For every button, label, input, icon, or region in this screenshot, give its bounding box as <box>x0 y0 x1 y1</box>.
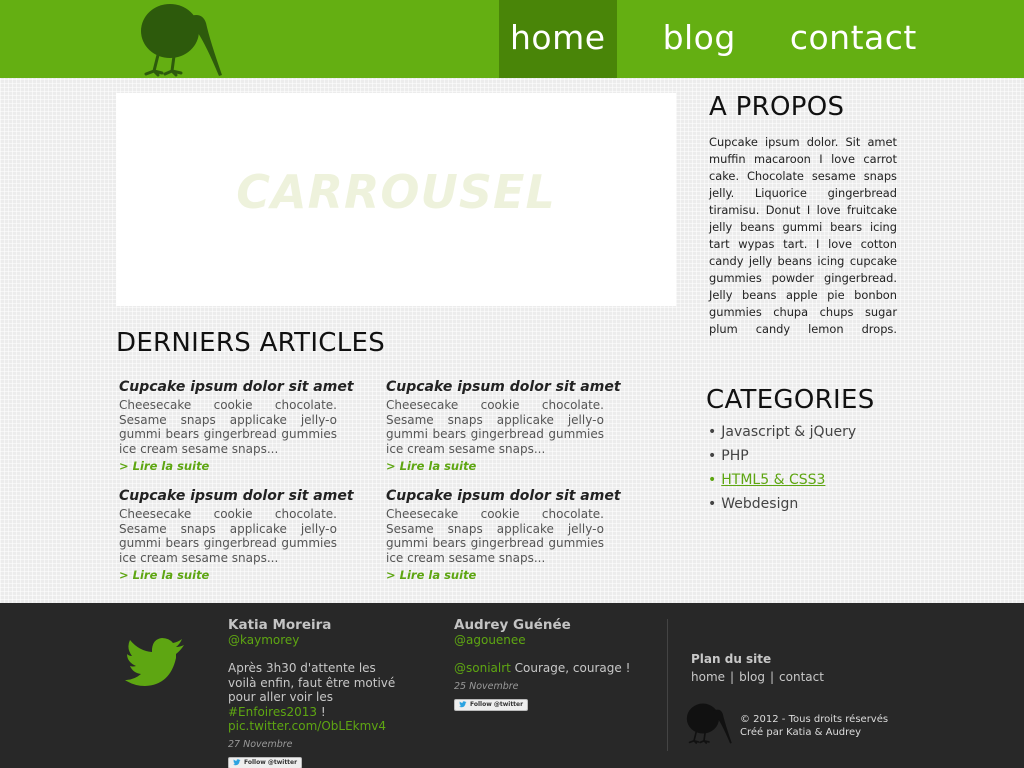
sitemap-title: Plan du site <box>691 652 772 666</box>
tweet-text: @sonialrt Courage, courage ! <box>454 661 644 676</box>
category-link-html5[interactable]: HTML5 & CSS3 <box>721 472 825 488</box>
nav-contact[interactable]: contact <box>779 0 928 78</box>
sitemap-links: home | blog | contact <box>691 670 824 684</box>
site-footer: Katia Moreira @kaymorey Après 3h30 d'att… <box>0 603 1024 768</box>
follow-button[interactable]: Follow @twitter <box>228 756 303 768</box>
carousel[interactable]: CARROUSEL <box>116 93 676 306</box>
kiwi-logo-icon[interactable] <box>136 1 226 77</box>
read-more-link[interactable]: > Lire la suite <box>119 459 337 473</box>
sitemap-link-contact[interactable]: contact <box>779 670 824 684</box>
article-title[interactable]: Cupcake ipsum dolor sit amet <box>119 488 354 504</box>
tweet-link[interactable]: pic.twitter.com/ObLEkmv4 <box>228 719 386 733</box>
twitter-bird-icon <box>233 759 241 766</box>
twitter-bird-icon <box>125 638 184 686</box>
article-title[interactable]: Cupcake ipsum dolor sit amet <box>119 379 354 395</box>
separator: | <box>770 670 775 684</box>
carousel-label: CARROUSEL <box>236 165 556 219</box>
article-excerpt: Cheesecake cookie chocolate. Sesame snap… <box>386 398 604 456</box>
about-text: Cupcake ipsum dolor. Sit amet muffin mac… <box>709 135 897 336</box>
article-excerpt: Cheesecake cookie chocolate. Sesame snap… <box>119 398 337 456</box>
nav-home[interactable]: home <box>499 0 617 78</box>
category-item: • HTML5 & CSS3 <box>708 470 856 494</box>
category-item: • PHP <box>708 446 856 470</box>
article-excerpt: Cheesecake cookie chocolate. Sesame snap… <box>119 507 337 565</box>
follow-button[interactable]: Follow @twitter <box>454 698 529 711</box>
tweet-date: 25 Novembre <box>454 680 519 692</box>
sitemap-link-blog[interactable]: blog <box>739 670 765 684</box>
follow-button-label: Follow @twitter <box>244 759 298 766</box>
tweet-mention[interactable]: @sonialrt <box>454 661 511 675</box>
article-title[interactable]: Cupcake ipsum dolor sit amet <box>386 488 621 504</box>
site-header: home blog contact <box>0 0 1024 78</box>
tweet-handle[interactable]: @kaymorey <box>228 633 408 647</box>
sitemap-link-home[interactable]: home <box>691 670 725 684</box>
tweet-date: 27 Novembre <box>228 738 293 750</box>
bullet: • <box>708 424 717 440</box>
category-link-php[interactable]: PHP <box>721 448 748 464</box>
tweet: Audrey Guénée @agouenee @sonialrt Courag… <box>454 617 644 711</box>
tweet-author: Audrey Guénée <box>454 617 571 633</box>
follow-button-label: Follow @twitter <box>470 701 524 708</box>
article-title[interactable]: Cupcake ipsum dolor sit amet <box>386 379 621 395</box>
about-title: A PROPOS <box>709 92 845 122</box>
category-item: • Javascript & jQuery <box>708 422 856 446</box>
categories-title: CATEGORIES <box>706 385 875 415</box>
article-card: Cupcake ipsum dolor sit amet Cheesecake … <box>386 488 621 582</box>
bullet: • <box>708 472 717 488</box>
tweet-text-part: Après 3h30 d'attente les voilà enfin, fa… <box>228 661 396 704</box>
nav-blog[interactable]: blog <box>652 0 747 78</box>
kiwi-bird-icon <box>686 703 732 744</box>
categories-list: • Javascript & jQuery • PHP • HTML5 & CSS3 … <box>708 422 856 518</box>
separator: | <box>730 670 735 684</box>
tweet-text: Après 3h30 d'attente les voilà enfin, fa… <box>228 661 408 734</box>
tweet-text-part: Courage, courage ! <box>510 661 631 675</box>
bullet: • <box>708 496 717 512</box>
category-link-javascript[interactable]: Javascript & jQuery <box>721 424 856 440</box>
twitter-bird-icon <box>459 701 467 708</box>
read-more-link[interactable]: > Lire la suite <box>386 568 604 582</box>
bullet: • <box>708 448 717 464</box>
tweet: Katia Moreira @kaymorey Après 3h30 d'att… <box>228 617 408 768</box>
tweet-handle[interactable]: @agouenee <box>454 633 644 647</box>
article-card: Cupcake ipsum dolor sit amet Cheesecake … <box>119 488 354 582</box>
read-more-link[interactable]: > Lire la suite <box>119 568 337 582</box>
copyright: © 2012 - Tous droits réservés Créé par K… <box>740 713 888 739</box>
tweet-author: Katia Moreira <box>228 617 332 633</box>
copyright-line: © 2012 - Tous droits réservés <box>740 714 889 725</box>
main-nav: home blog contact <box>499 0 928 78</box>
footer-divider <box>667 619 668 751</box>
article-card: Cupcake ipsum dolor sit amet Cheesecake … <box>386 379 621 473</box>
category-link-webdesign[interactable]: Webdesign <box>721 496 798 512</box>
article-card: Cupcake ipsum dolor sit amet Cheesecake … <box>119 379 354 473</box>
tweet-text-part: ! <box>317 704 326 719</box>
tweet-hashtag[interactable]: #Enfoires2013 <box>228 705 317 719</box>
articles-title: DERNIERS ARTICLES <box>116 328 386 358</box>
credits-line: Créé par Katia & Audrey <box>740 727 862 738</box>
read-more-link[interactable]: > Lire la suite <box>386 459 604 473</box>
category-item: • Webdesign <box>708 494 856 518</box>
article-excerpt: Cheesecake cookie chocolate. Sesame snap… <box>386 507 604 565</box>
